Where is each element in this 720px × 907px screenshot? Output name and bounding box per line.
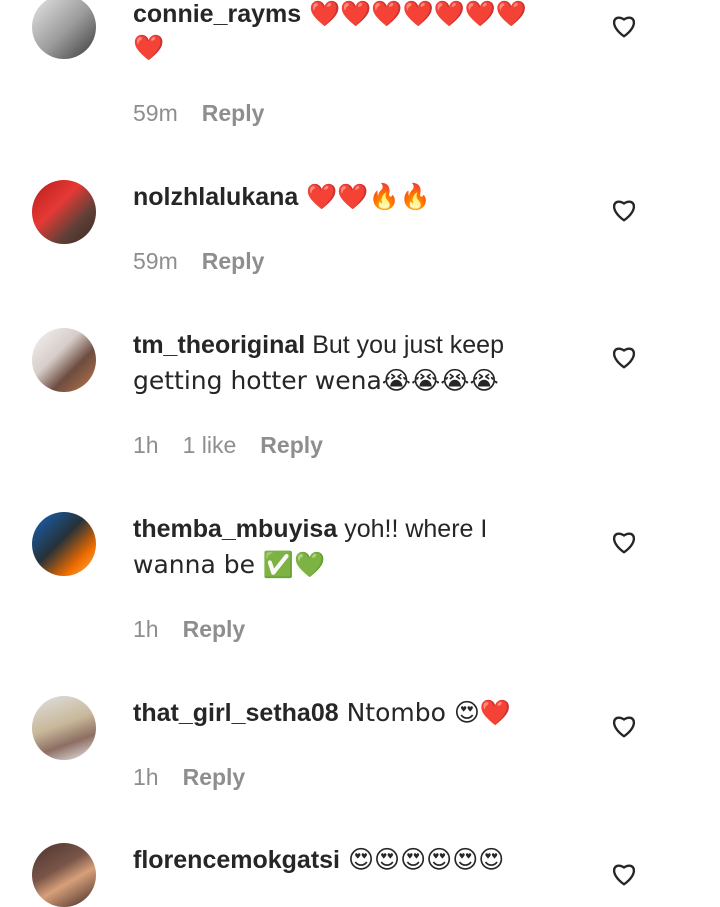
comment-text: themba_mbuyisa yoh!! where I bbox=[133, 511, 487, 547]
reply-button[interactable]: Reply bbox=[202, 100, 265, 127]
heart-outline-icon[interactable] bbox=[611, 862, 637, 886]
comment-username[interactable]: connie_rayms bbox=[133, 0, 301, 28]
comment-body: yoh!! where I bbox=[337, 515, 488, 543]
comment-text: florencemokgatsi 😍😍😍😍😍😍 bbox=[133, 842, 504, 878]
reply-button[interactable]: Reply bbox=[183, 616, 246, 643]
reply-button[interactable]: Reply bbox=[183, 764, 246, 791]
comment-body: 😍😍😍😍😍😍 bbox=[340, 845, 505, 874]
avatar[interactable] bbox=[32, 843, 96, 907]
comment-username[interactable]: themba_mbuyisa bbox=[133, 515, 337, 543]
comment-text: that_girl_setha08 Ntombo 😍❤️ bbox=[133, 695, 511, 731]
comment-username[interactable]: nolzhlalukana bbox=[133, 183, 298, 211]
heart-outline-icon[interactable] bbox=[611, 714, 637, 738]
reply-button[interactable]: Reply bbox=[202, 248, 265, 275]
heart-outline-icon[interactable] bbox=[611, 530, 637, 554]
comment-username[interactable]: florencemokgatsi bbox=[133, 846, 340, 874]
comment-likes[interactable]: 1 like bbox=[183, 432, 237, 459]
comment-text: nolzhlalukana ❤️❤️🔥🔥 bbox=[133, 179, 431, 215]
comment-text-continued: ❤️ bbox=[133, 33, 165, 62]
comment-meta: 59m Reply bbox=[133, 248, 264, 275]
comment-body: ❤️❤️❤️❤️❤️❤️❤️ bbox=[301, 0, 527, 28]
comment-text: connie_rayms ❤️❤️❤️❤️❤️❤️❤️ bbox=[133, 0, 527, 32]
comment-body: Ntombo 😍❤️ bbox=[338, 698, 512, 727]
comment-body: ❤️❤️🔥🔥 bbox=[298, 182, 431, 211]
heart-outline-icon[interactable] bbox=[611, 198, 637, 222]
avatar[interactable] bbox=[32, 512, 96, 576]
comment-meta: 1h Reply bbox=[133, 616, 245, 643]
avatar[interactable] bbox=[32, 180, 96, 244]
avatar[interactable] bbox=[32, 0, 96, 59]
comment-text-continued: getting hotter wena😭😭😭😭 bbox=[133, 366, 499, 395]
comment-time: 59m bbox=[133, 248, 178, 274]
avatar[interactable] bbox=[32, 328, 96, 392]
reply-button[interactable]: Reply bbox=[260, 432, 323, 459]
comment-time: 1h bbox=[133, 764, 159, 790]
comment-username[interactable]: tm_theoriginal bbox=[133, 331, 305, 359]
comment-meta: 1h 1 like Reply bbox=[133, 432, 323, 459]
heart-outline-icon[interactable] bbox=[611, 345, 637, 369]
comment-username[interactable]: that_girl_setha08 bbox=[133, 699, 339, 727]
comment-body: But you just keep bbox=[305, 331, 504, 359]
comment-time: 59m bbox=[133, 100, 178, 126]
heart-outline-icon[interactable] bbox=[611, 14, 637, 38]
comment-meta: 1h Reply bbox=[133, 764, 245, 791]
avatar[interactable] bbox=[32, 696, 96, 760]
comment-text: tm_theoriginal But you just keep bbox=[133, 327, 504, 363]
comment-time: 1h bbox=[133, 616, 159, 642]
comment-text-continued: wanna be ✅💚 bbox=[133, 550, 326, 579]
comment-time: 1h bbox=[133, 432, 159, 458]
comment-meta: 59m Reply bbox=[133, 100, 264, 127]
